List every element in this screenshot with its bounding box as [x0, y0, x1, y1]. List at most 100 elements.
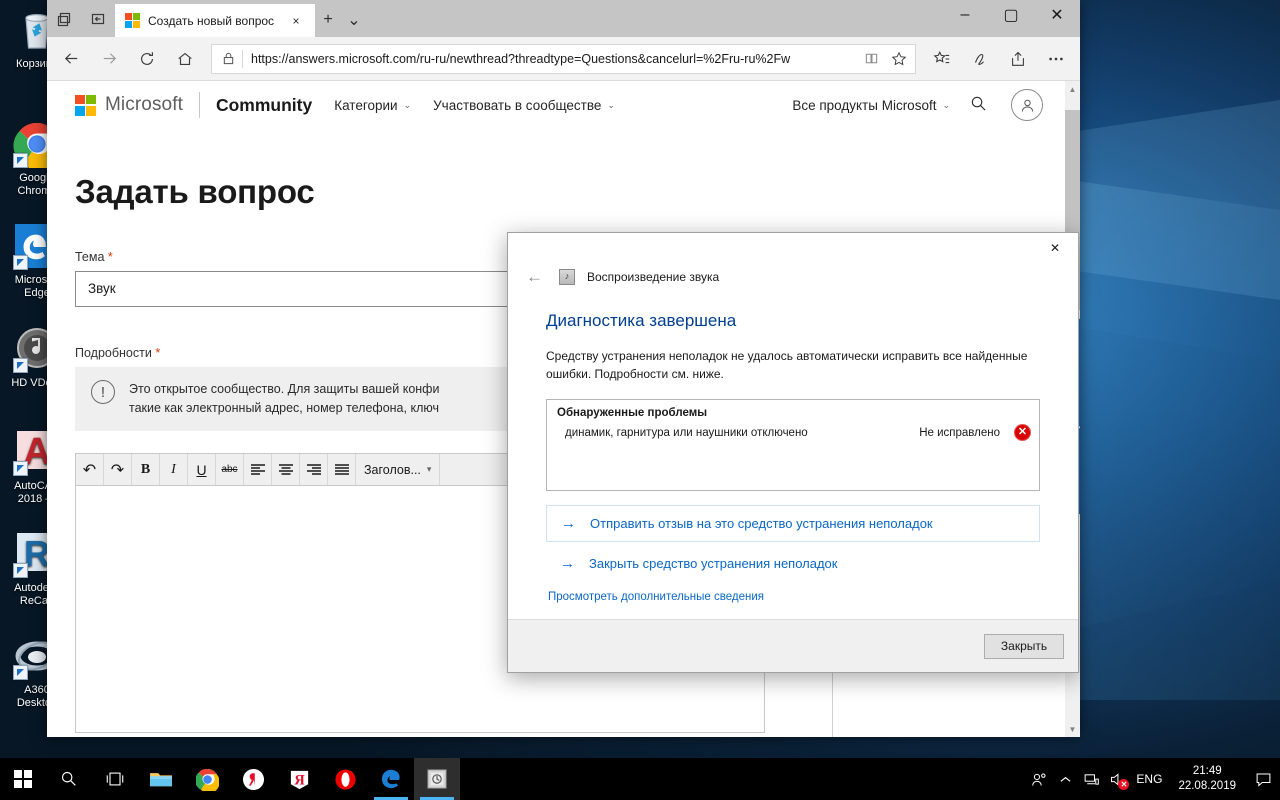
new-tab-button[interactable]: +	[315, 7, 341, 33]
align-center-button[interactable]	[272, 454, 300, 485]
set-tabs-aside-icon[interactable]	[81, 4, 115, 34]
shortcut-overlay-icon	[13, 665, 28, 680]
people-icon[interactable]	[1026, 758, 1052, 800]
problems-header: Обнаруженные проблемы	[557, 407, 708, 419]
nav-item-categories[interactable]: Категории ⌄	[334, 98, 411, 113]
format-select-label: Заголов...	[364, 462, 421, 477]
troubleshooter-dialog: ✕ ← ♪ Воспроизведение звука Диагностика …	[507, 232, 1079, 673]
undo-button[interactable]: ↶	[76, 454, 104, 485]
close-troubleshooter-link[interactable]: → Закрыть средство устранения неполадок	[546, 542, 1040, 571]
browser-tab[interactable]: Создать новый вопрос ×	[115, 4, 315, 37]
chevron-up-icon[interactable]	[1052, 758, 1078, 800]
language-indicator[interactable]: ENG	[1130, 758, 1168, 800]
tab-close-icon[interactable]: ×	[283, 8, 309, 34]
browser-navbar: https://answers.microsoft.com/ru-ru/newt…	[47, 37, 1080, 81]
share-icon[interactable]	[1000, 41, 1036, 77]
system-tray: ✕ ENG 21:49 22.08.2019	[1026, 758, 1280, 800]
tab-preview-icon[interactable]	[47, 4, 81, 34]
back-arrow-icon[interactable]: ←	[522, 268, 547, 285]
task-view-icon	[106, 772, 124, 786]
shortcut-overlay-icon	[13, 358, 28, 373]
header-divider	[198, 92, 200, 118]
align-justify-button[interactable]	[328, 454, 356, 485]
edge-icon	[381, 769, 400, 788]
refresh-icon[interactable]	[129, 41, 165, 77]
yandex-button[interactable]: Я	[276, 758, 322, 800]
arrow-right-icon: →	[560, 555, 575, 572]
exclamation-icon: !	[91, 380, 115, 404]
scroll-down-arrow[interactable]: ▼	[1065, 721, 1080, 737]
nav-item-label: Участвовать в сообществе	[433, 97, 602, 113]
brand-name: Microsoft	[105, 94, 183, 115]
send-feedback-link[interactable]: → Отправить отзыв на это средство устран…	[547, 506, 1039, 541]
yandex-browser-icon	[242, 768, 264, 790]
make-a-note-icon[interactable]	[962, 41, 998, 77]
maximize-button[interactable]: ▢	[988, 0, 1034, 30]
search-button[interactable]	[46, 758, 92, 800]
chevron-down-icon: ⌄	[607, 99, 615, 110]
required-marker: *	[107, 250, 113, 264]
troubleshooter-icon	[427, 769, 447, 789]
yandex-browser-button[interactable]	[230, 758, 276, 800]
problem-status: Не исправлено	[919, 426, 1000, 439]
opera-button[interactable]	[322, 758, 368, 800]
underline-button[interactable]: U	[188, 454, 216, 485]
italic-button[interactable]: I	[160, 454, 188, 485]
more-settings-icon[interactable]	[1038, 41, 1074, 77]
windows-logo-icon	[14, 770, 32, 788]
dialog-paragraph: Средству устранения неполадок не удалось…	[546, 349, 1028, 381]
action-center-icon[interactable]	[1246, 758, 1280, 800]
chevron-down-icon[interactable]: ⌄	[341, 7, 367, 33]
chrome-icon	[195, 768, 219, 791]
format-select[interactable]: Заголов... ▾	[356, 454, 441, 485]
bold-button[interactable]: B	[132, 454, 160, 485]
search-icon[interactable]	[964, 95, 993, 115]
dialog-breadcrumb-label: Воспроизведение звука	[587, 269, 720, 284]
problem-row: динамик, гарнитура или наушники отключен…	[551, 424, 1035, 441]
star-icon[interactable]	[885, 51, 913, 67]
reading-view-icon[interactable]	[857, 51, 885, 66]
clock-date: 22.08.2019	[1178, 780, 1236, 792]
align-left-button[interactable]	[244, 454, 272, 485]
more-info-link[interactable]: Просмотреть дополнительные сведения	[546, 571, 1040, 603]
back-arrow-icon[interactable]	[53, 41, 89, 77]
nav-item-all-products[interactable]: Все продукты Microsoft ⌄	[792, 98, 950, 113]
site-header: Microsoft Community Категории ⌄ Участвов…	[47, 81, 1065, 129]
forward-arrow-icon[interactable]	[91, 41, 127, 77]
file-explorer-button[interactable]	[138, 758, 184, 800]
product-name[interactable]: Community	[216, 95, 312, 116]
troubleshooter-button[interactable]	[414, 758, 460, 800]
url-text[interactable]: https://answers.microsoft.com/ru-ru/newt…	[243, 52, 857, 66]
edge-button[interactable]	[368, 758, 414, 800]
close-button[interactable]: Закрыть	[984, 633, 1064, 659]
network-icon[interactable]	[1078, 758, 1104, 800]
yandex-icon: Я	[290, 770, 308, 789]
microsoft-brand[interactable]: Microsoft	[75, 94, 183, 116]
strikethrough-button[interactable]: abc	[216, 454, 244, 485]
browser-titlebar: Создать новый вопрос × + ⌄ – ▢ ✕	[47, 0, 1080, 37]
close-window-button[interactable]: ✕	[1034, 0, 1080, 30]
scroll-up-arrow[interactable]: ▲	[1065, 81, 1080, 97]
dialog-close-button[interactable]: ✕	[1032, 233, 1078, 263]
arrow-right-icon: →	[561, 515, 576, 532]
task-view-button[interactable]	[92, 758, 138, 800]
clock[interactable]: 21:49 22.08.2019	[1168, 758, 1246, 800]
home-icon[interactable]	[167, 41, 203, 77]
align-right-button[interactable]	[300, 454, 328, 485]
dialog-footer: Закрыть	[508, 619, 1078, 672]
nav-item-participate[interactable]: Участвовать в сообществе ⌄	[433, 98, 615, 113]
minimize-button[interactable]: –	[942, 0, 988, 30]
chevron-down-icon: ⌄	[403, 99, 412, 110]
taskbar: Я ✕ ENG 21:49 22.08.2019	[0, 758, 1280, 800]
chrome-button[interactable]	[184, 758, 230, 800]
account-icon[interactable]	[1011, 89, 1043, 121]
favorites-hub-icon[interactable]	[924, 41, 960, 77]
redo-button[interactable]: ↷	[104, 454, 132, 485]
volume-muted-icon[interactable]: ✕	[1104, 758, 1130, 800]
shortcut-overlay-icon	[13, 563, 28, 578]
address-bar[interactable]: https://answers.microsoft.com/ru-ru/newt…	[211, 43, 916, 74]
chevron-down-icon: ▾	[426, 464, 432, 474]
microsoft-logo-icon	[75, 94, 96, 116]
start-button[interactable]	[0, 758, 46, 800]
feedback-action-box[interactable]: → Отправить отзыв на это средство устран…	[546, 505, 1040, 542]
